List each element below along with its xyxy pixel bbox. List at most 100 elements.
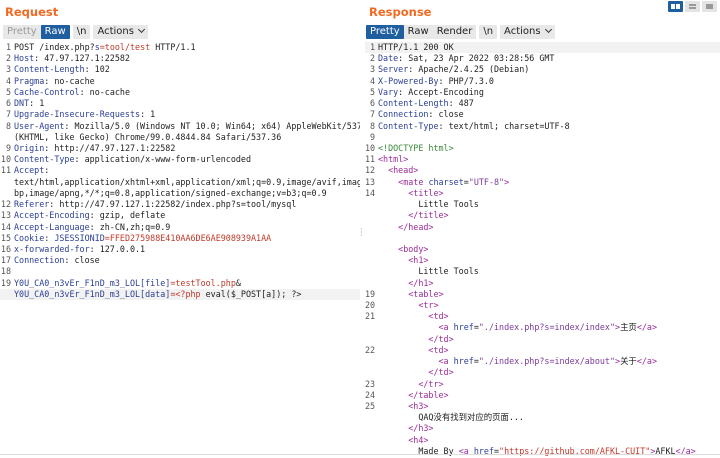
line-text: <h3> <box>377 401 428 412</box>
code-line: 5 Vary: Accept-Encoding <box>365 87 720 98</box>
line-text: Little Tools <box>377 266 479 277</box>
line-number: 4 <box>369 75 375 86</box>
line-text: QAQ没有找到对应的页面... <box>377 412 524 423</box>
token: <tr> <box>418 300 439 311</box>
line-text: Upgrade-Insecure-Requests: 1 <box>13 109 155 120</box>
token: <td> <box>428 311 449 322</box>
code-line: 11 <html> <box>365 154 720 165</box>
line-number: 2 <box>369 53 375 64</box>
line-text: </h1> <box>377 278 433 289</box>
token: Content-Length <box>378 98 449 109</box>
line-text: <body> <box>377 244 428 255</box>
chevron-down-icon <box>137 25 146 34</box>
token: <title> <box>408 187 444 198</box>
token: Accept-Encoding <box>14 210 90 221</box>
line-text: <table> <box>377 289 443 300</box>
token: "UTF-8" <box>468 176 505 187</box>
token: </title> <box>408 210 449 221</box>
line-number: 25 <box>365 401 376 411</box>
line-text: Server: Apache/2.4.25 (Debian) <box>377 64 529 75</box>
token: <a <box>438 322 454 333</box>
token: : 487 <box>448 98 474 109</box>
token: </a> <box>636 322 657 333</box>
token: href <box>453 356 474 367</box>
tab-pretty[interactable]: Pretty <box>3 25 41 39</box>
newline-toggle[interactable]: \n <box>479 25 498 39</box>
token: Little Tools <box>378 266 479 277</box>
line-text: Content-Type: text/html; charset=UTF-8 <box>377 121 570 132</box>
line-number: 2 <box>5 53 11 64</box>
line-text: Content-Length: 102 <box>13 64 110 75</box>
token: </table> <box>408 389 449 400</box>
token: </td> <box>428 367 454 378</box>
token: bp,image/apng,*/*;q=0.8,application/sign… <box>14 187 327 198</box>
response-pane: Response Pretty Raw Render \n Actions 1H… <box>365 0 720 458</box>
line-number: 8 <box>369 120 375 131</box>
line-number: 11 <box>365 154 376 165</box>
tab-render[interactable]: Render <box>433 25 477 39</box>
token: : 1 <box>140 109 156 120</box>
token: : PHP/7.3.0 <box>438 75 494 86</box>
pane-resize-handle[interactable]: · · · <box>360 226 363 240</box>
code-line: 7 Connection: close <box>365 109 720 120</box>
tab-raw[interactable]: Raw <box>40 25 70 39</box>
response-viewer[interactable]: 1 HTTP/1.1 200 OK 2 Date: Sat, 23 Apr 2022 … <box>365 42 720 457</box>
request-title: Request <box>5 5 59 19</box>
token: & <box>235 277 241 288</box>
response-toolbar: Pretty Raw Render \n Actions <box>366 25 555 39</box>
actions-dropdown[interactable]: Actions <box>93 25 148 39</box>
token: 主页 <box>620 322 637 333</box>
line-number: 16 <box>0 243 11 254</box>
line-text: <h1> <box>377 255 428 266</box>
code-line: 1 POST /index.php?s=tool/test HTTP/1.1 <box>0 42 360 53</box>
actions-dropdown[interactable]: Actions <box>500 25 555 39</box>
token: : http://47.97.127.1:22582/index.php?s=t… <box>49 199 297 210</box>
line-number: 7 <box>5 109 11 120</box>
request-editor[interactable]: 1 POST /index.php?s=tool/test HTTP/1.1 2 Ho… <box>0 42 360 301</box>
line-text: <td> <box>377 345 448 356</box>
code-line: 10 <!DOCTYPE html> <box>365 143 720 154</box>
line-text: <!DOCTYPE html> <box>377 143 454 154</box>
tab-pretty[interactable]: Pretty <box>366 25 404 39</box>
code-line: 19 Y0U_CA0_n3vEr_F1nD_m3_LOL[file]=testTo… <box>0 278 360 289</box>
token: Server <box>378 64 409 75</box>
line-number <box>365 334 377 345</box>
token: <h3> <box>408 401 429 411</box>
token: : <box>44 165 50 176</box>
line-number: 10 <box>365 142 376 153</box>
code-line: 4 X-Powered-By: PHP/7.3.0 <box>365 76 720 87</box>
line-number: 19 <box>0 277 11 288</box>
line-number: 7 <box>369 109 375 120</box>
token: Cache-Control <box>14 86 80 97</box>
token: : http://47.97.127.1:22582 <box>44 142 176 153</box>
code-line: (KHTML, like Gecko) Chrome/99.0.4844.84 … <box>0 132 360 143</box>
code-line: </h1> <box>365 278 720 289</box>
code-line: </title> <box>365 210 720 221</box>
line-text: Referer: http://47.97.127.1:22582/index.… <box>13 199 296 210</box>
code-line <box>365 233 720 244</box>
token: Accept-Language <box>14 221 90 232</box>
line-text <box>13 266 14 277</box>
token: =FFED275988E410AA6DE6AE908939A1AA <box>104 232 272 243</box>
newline-toggle[interactable]: \n <box>72 25 91 39</box>
token: Pragma <box>14 75 45 86</box>
line-number <box>365 222 377 233</box>
code-line: 19 <table> <box>365 289 720 300</box>
line-number: 24 <box>365 389 376 400</box>
actions-label: Actions <box>504 26 541 37</box>
token: <head> <box>388 165 419 176</box>
token: User-Agent <box>14 120 65 131</box>
tab-raw[interactable]: Raw <box>404 25 433 39</box>
line-number <box>365 233 377 244</box>
line-text: Pragma: no-cache <box>13 76 95 87</box>
line-number <box>365 244 377 255</box>
token: : zh-CN,zh;q=0.9 <box>89 221 171 232</box>
token: </head> <box>398 221 434 232</box>
token: : <box>44 232 55 243</box>
